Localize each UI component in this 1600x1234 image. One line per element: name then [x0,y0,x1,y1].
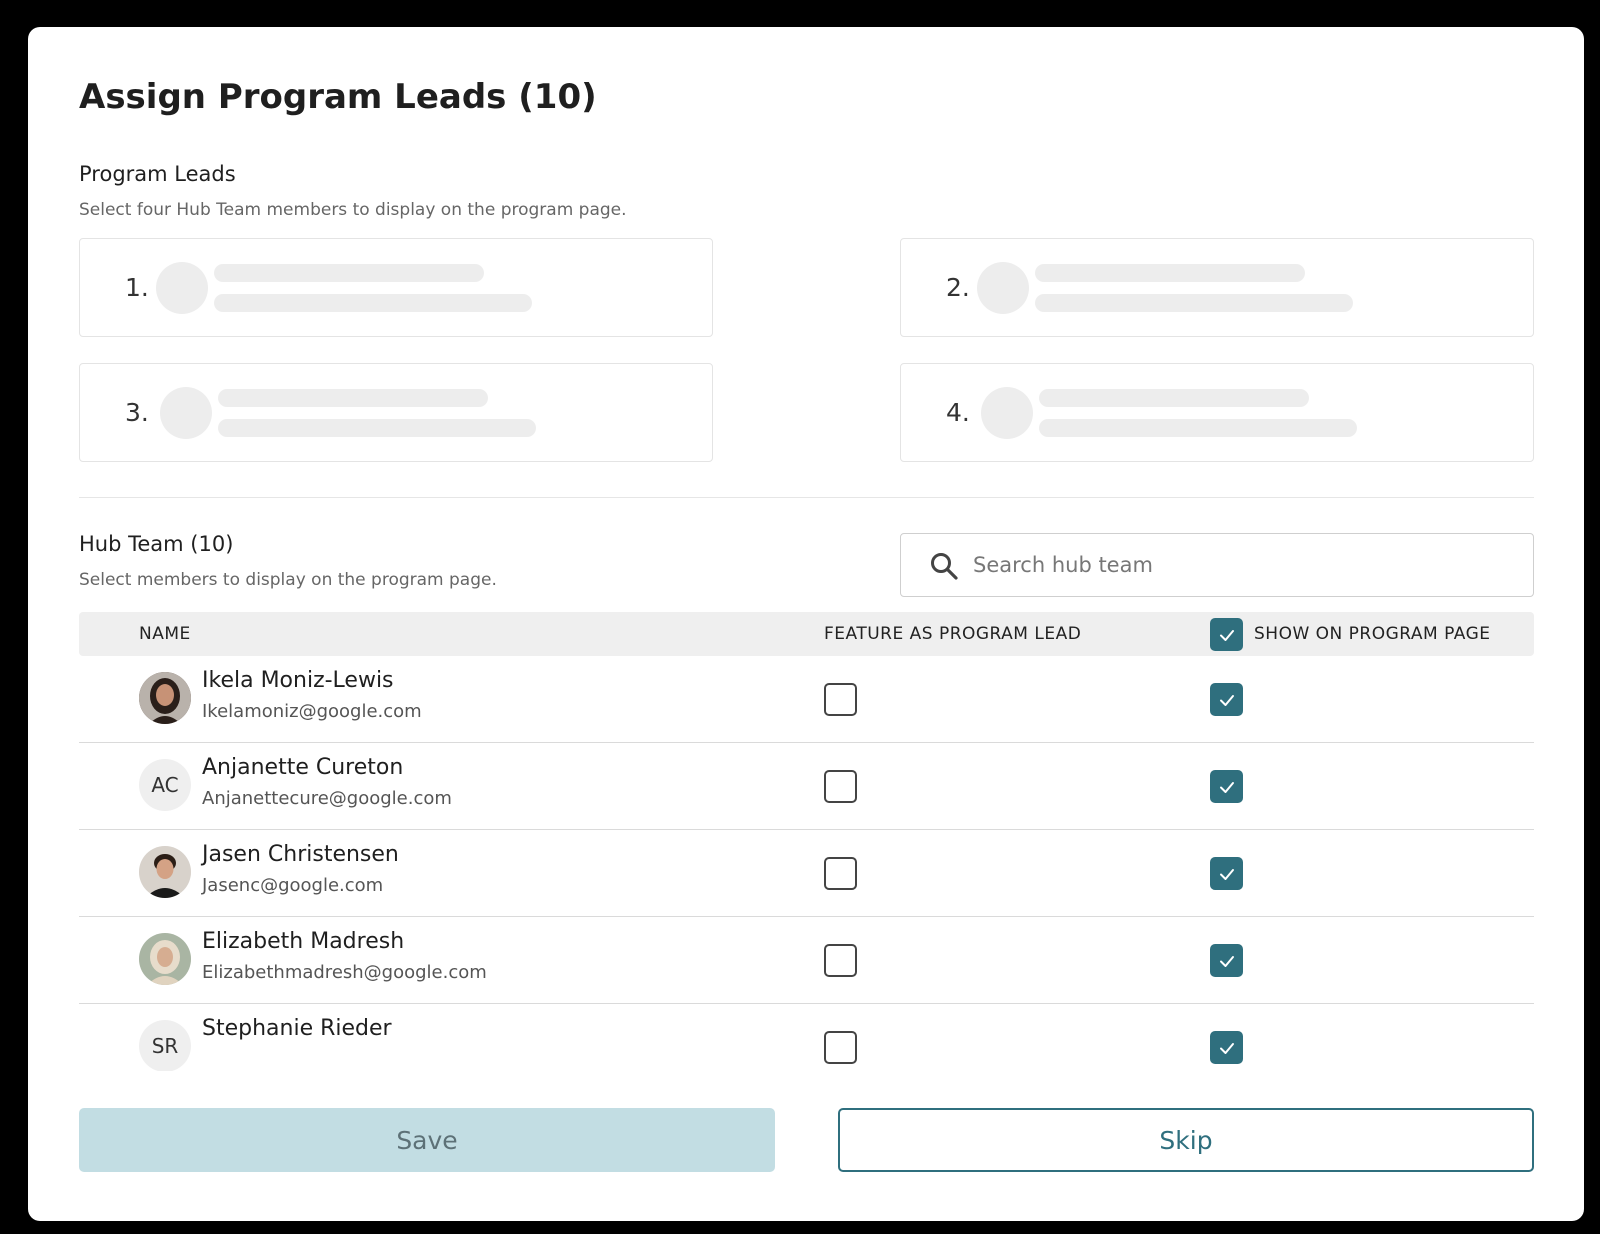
hub-team-subtitle: Select members to display on the program… [79,570,497,590]
lead-slot-1[interactable]: 1. [79,238,713,337]
modal-title: Assign Program Leads (10) [79,77,597,117]
placeholder-avatar [977,262,1029,314]
placeholder-line [1039,419,1357,437]
feature-lead-checkbox[interactable] [824,944,857,977]
placeholder-avatar [981,387,1033,439]
placeholder-line [1035,264,1305,282]
search-input[interactable] [973,544,1513,586]
member-email: Anjanettecure@google.com [202,788,452,809]
select-all-show-checkbox[interactable] [1210,618,1243,651]
checkmark-icon [1219,781,1234,793]
member-email: Jasenc@google.com [202,875,384,896]
placeholder-line [218,419,536,437]
member-name: Anjanette Cureton [202,755,404,780]
column-header-feature: FEATURE AS PROGRAM LEAD [824,624,1082,644]
save-button[interactable]: Save [79,1108,775,1172]
member-name: Elizabeth Madresh [202,929,405,954]
feature-lead-checkbox[interactable] [824,683,857,716]
placeholder-line [1035,294,1353,312]
member-name: Jasen Christensen [202,842,399,867]
skip-button[interactable]: Skip [838,1108,1534,1172]
placeholder-avatar [160,387,212,439]
feature-lead-checkbox[interactable] [824,770,857,803]
table-header: NAME FEATURE AS PROGRAM LEAD SHOW ON PRO… [79,612,1534,656]
feature-lead-checkbox[interactable] [824,857,857,890]
table-row: SR Stephanie Rieder [79,1004,1534,1071]
member-name: Ikela Moniz-Lewis [202,668,394,693]
placeholder-line [1039,389,1309,407]
show-on-page-checkbox[interactable] [1210,1031,1243,1064]
search-icon [931,553,958,580]
avatar: SR [139,1020,191,1071]
checkmark-icon [1219,868,1234,880]
lead-slot-number: 2. [946,273,970,302]
avatar-initials: AC [151,773,179,797]
hub-team-title: Hub Team (10) [79,532,234,556]
column-header-show: SHOW ON PROGRAM PAGE [1254,624,1491,644]
placeholder-line [214,294,532,312]
placeholder-avatar [156,262,208,314]
avatar: AC [139,759,191,811]
avatar-initials: SR [151,1034,179,1058]
lead-slot-3[interactable]: 3. [79,363,713,462]
placeholder-line [218,389,488,407]
checkmark-icon [1219,955,1234,967]
show-on-page-checkbox[interactable] [1210,944,1243,977]
checkmark-icon [1219,629,1234,641]
program-leads-subtitle: Select four Hub Team members to display … [79,200,627,220]
avatar [139,933,191,985]
table-row: AC Anjanette Cureton Anjanettecure@googl… [79,743,1534,830]
lead-slot-number: 4. [946,398,970,427]
column-header-name: NAME [139,624,191,644]
lead-slot-4[interactable]: 4. [900,363,1534,462]
lead-slot-number: 1. [125,273,149,302]
table-row: Elizabeth Madresh Elizabethmadresh@googl… [79,917,1534,1004]
section-divider [79,497,1534,498]
avatar-photo [139,933,191,985]
placeholder-line [214,264,484,282]
feature-lead-checkbox[interactable] [824,1031,857,1064]
member-name: Stephanie Rieder [202,1016,392,1041]
show-on-page-checkbox[interactable] [1210,683,1243,716]
show-on-page-checkbox[interactable] [1210,857,1243,890]
member-email: Ikelamoniz@google.com [202,701,422,722]
member-email: Elizabethmadresh@google.com [202,962,487,983]
hub-team-list[interactable]: Ikela Moniz-Lewis Ikelamoniz@google.com … [79,656,1534,1071]
lead-slot-number: 3. [125,398,149,427]
assign-program-leads-modal: Assign Program Leads (10) Program Leads … [28,27,1584,1221]
avatar [139,672,191,724]
table-row: Jasen Christensen Jasenc@google.com [79,830,1534,917]
lead-slot-2[interactable]: 2. [900,238,1534,337]
table-row: Ikela Moniz-Lewis Ikelamoniz@google.com [79,656,1534,743]
checkmark-icon [1219,1042,1234,1054]
avatar-photo [139,672,191,724]
show-on-page-checkbox[interactable] [1210,770,1243,803]
checkmark-icon [1219,694,1234,706]
hub-team-search[interactable] [900,533,1534,597]
program-leads-title: Program Leads [79,162,236,186]
avatar-photo [139,846,191,898]
avatar [139,846,191,898]
